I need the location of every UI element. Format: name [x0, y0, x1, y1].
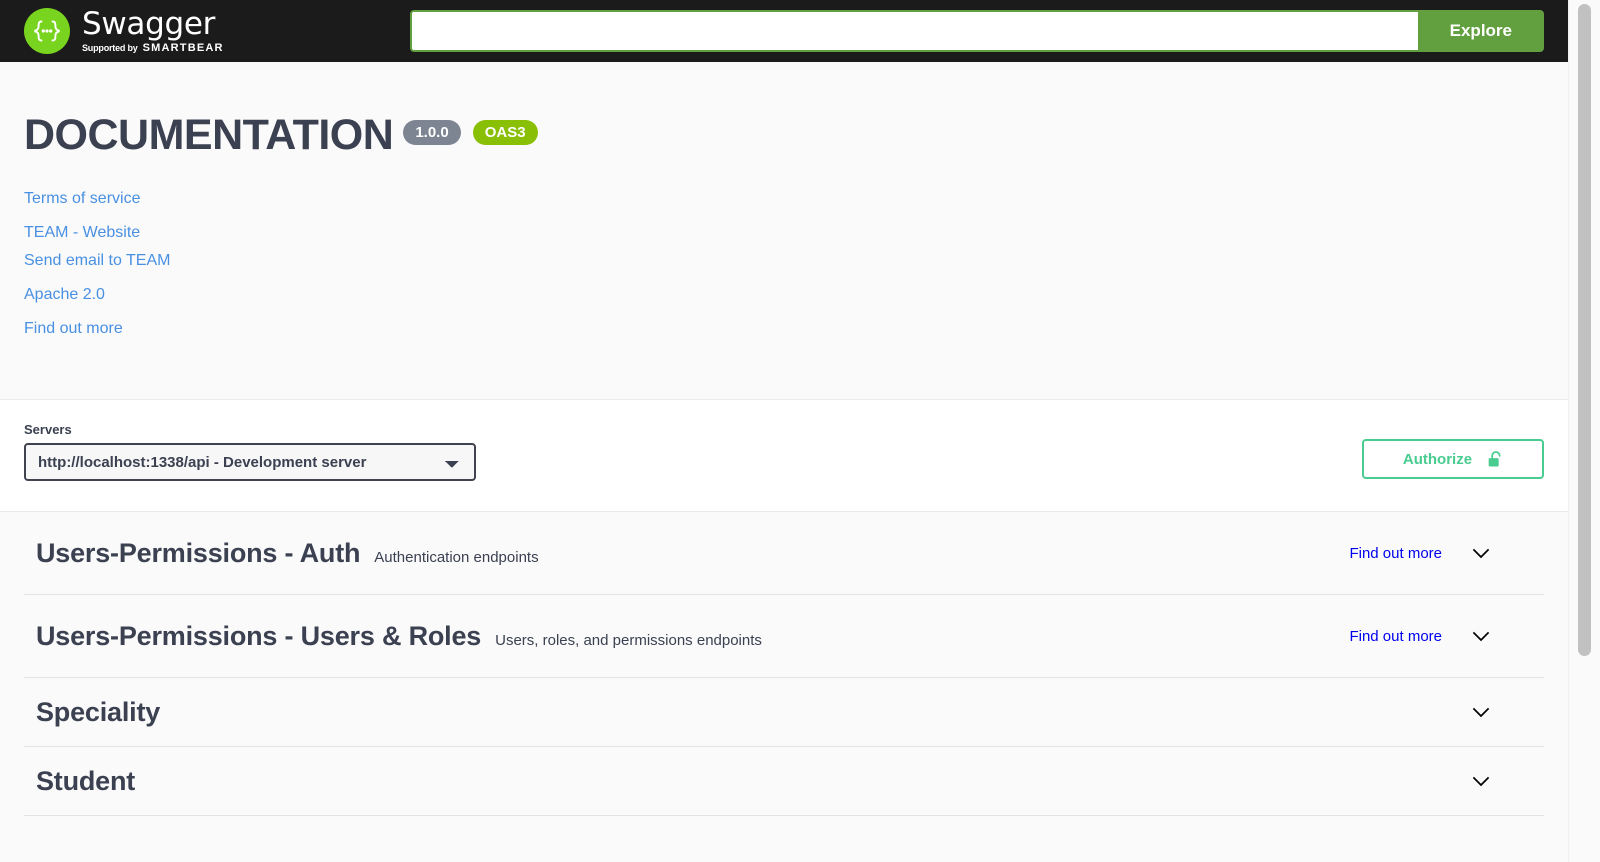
tag-description: Authentication endpoints — [374, 548, 539, 566]
tag-header-users-permissions-users-roles[interactable]: Users-Permissions - Users & Roles Users,… — [24, 595, 1544, 677]
explore-button[interactable]: Explore — [1417, 10, 1544, 52]
swagger-wordmark: Swagger — [82, 5, 216, 42]
servers-block: Servers http://localhost:1338/api - Deve… — [0, 399, 1568, 511]
tag-head: Users-Permissions - Users & Roles Users,… — [24, 621, 1349, 652]
server-select[interactable]: http://localhost:1338/api - Development … — [24, 443, 476, 481]
supported-by-label: Supported by — [82, 42, 138, 53]
tag-right: Find out more — [1349, 625, 1544, 647]
team-website-link[interactable]: TEAM - Website — [24, 219, 140, 247]
tag-header-student[interactable]: Student — [24, 747, 1544, 815]
smartbear-wordmark: SMARTBEAR — [142, 41, 224, 54]
tag-sections: Users-Permissions - Auth Authentication … — [0, 511, 1568, 816]
tag-name: Student — [36, 765, 136, 796]
page-title-row: DOCUMENTATION 1.0.0 OAS3 — [24, 114, 1484, 157]
tag-header-users-permissions-auth[interactable]: Users-Permissions - Auth Authentication … — [24, 512, 1544, 594]
tag-description: Users, roles, and permissions endpoints — [495, 631, 762, 649]
api-info-block: DOCUMENTATION 1.0.0 OAS3 Terms of servic… — [0, 62, 1568, 399]
tag-external-doc-link[interactable]: Find out more — [1349, 545, 1442, 562]
version-badge: 1.0.0 — [403, 120, 461, 145]
authorize-button[interactable]: Authorize — [1362, 439, 1544, 479]
chevron-down-icon[interactable] — [1470, 625, 1492, 647]
tag-name: Users-Permissions - Auth — [36, 537, 361, 568]
tag-external-doc-link[interactable]: Find out more — [1349, 628, 1442, 645]
app-viewport: Swagger Supported by SMARTBEAR Explore D… — [0, 0, 1600, 862]
tag-right: Find out more — [1349, 542, 1544, 564]
chevron-down-icon[interactable] — [1470, 701, 1492, 723]
spec-url-input[interactable] — [409, 10, 1418, 52]
oas-version-badge: OAS3 — [472, 120, 538, 145]
swagger-logo-link[interactable]: Swagger Supported by SMARTBEAR — [24, 8, 224, 54]
external-docs-link[interactable]: Find out more — [24, 315, 123, 343]
tag-head: Speciality — [24, 697, 1470, 728]
terms-of-service-link[interactable]: Terms of service — [24, 185, 140, 213]
authorize-wrapper: Authorize — [1362, 439, 1544, 481]
servers-label: Servers — [24, 422, 72, 437]
page-title: DOCUMENTATION — [24, 111, 394, 159]
authorize-label: Authorize — [1402, 450, 1473, 468]
tag-section: Users-Permissions - Users & Roles Users,… — [24, 595, 1544, 678]
tag-section: Speciality — [24, 678, 1544, 747]
explore-form: Explore — [409, 10, 1544, 52]
tag-name: Speciality — [36, 696, 161, 727]
chevron-down-icon[interactable] — [1470, 542, 1492, 564]
tag-header-speciality[interactable]: Speciality — [24, 678, 1544, 746]
tag-head: Student — [24, 766, 1470, 797]
info-links: Terms of service TEAM - Website Send ema… — [24, 185, 1484, 343]
scrollbar-thumb[interactable] — [1578, 4, 1591, 656]
tag-section: Student — [24, 747, 1544, 816]
page-scrollbar[interactable] — [1568, 0, 1600, 862]
topbar: Swagger Supported by SMARTBEAR Explore — [0, 0, 1568, 62]
contact-email-link[interactable]: Send email to TEAM — [24, 247, 170, 275]
server-selector: Servers http://localhost:1338/api - Deve… — [24, 422, 476, 481]
tag-right — [1470, 770, 1544, 792]
swagger-logo-text: Swagger Supported by SMARTBEAR — [82, 5, 224, 54]
swagger-braces-icon — [24, 8, 70, 54]
smartbear-attribution: Supported by SMARTBEAR — [82, 42, 224, 54]
tag-section: Users-Permissions - Auth Authentication … — [24, 512, 1544, 595]
swagger-ui-page: Swagger Supported by SMARTBEAR Explore D… — [0, 0, 1568, 862]
tag-head: Users-Permissions - Auth Authentication … — [24, 538, 1349, 569]
chevron-down-icon[interactable] — [1470, 770, 1492, 792]
tag-right — [1470, 701, 1544, 723]
unlocked-padlock-icon — [1488, 450, 1503, 468]
tag-name: Users-Permissions - Users & Roles — [36, 620, 482, 651]
license-link[interactable]: Apache 2.0 — [24, 281, 105, 309]
